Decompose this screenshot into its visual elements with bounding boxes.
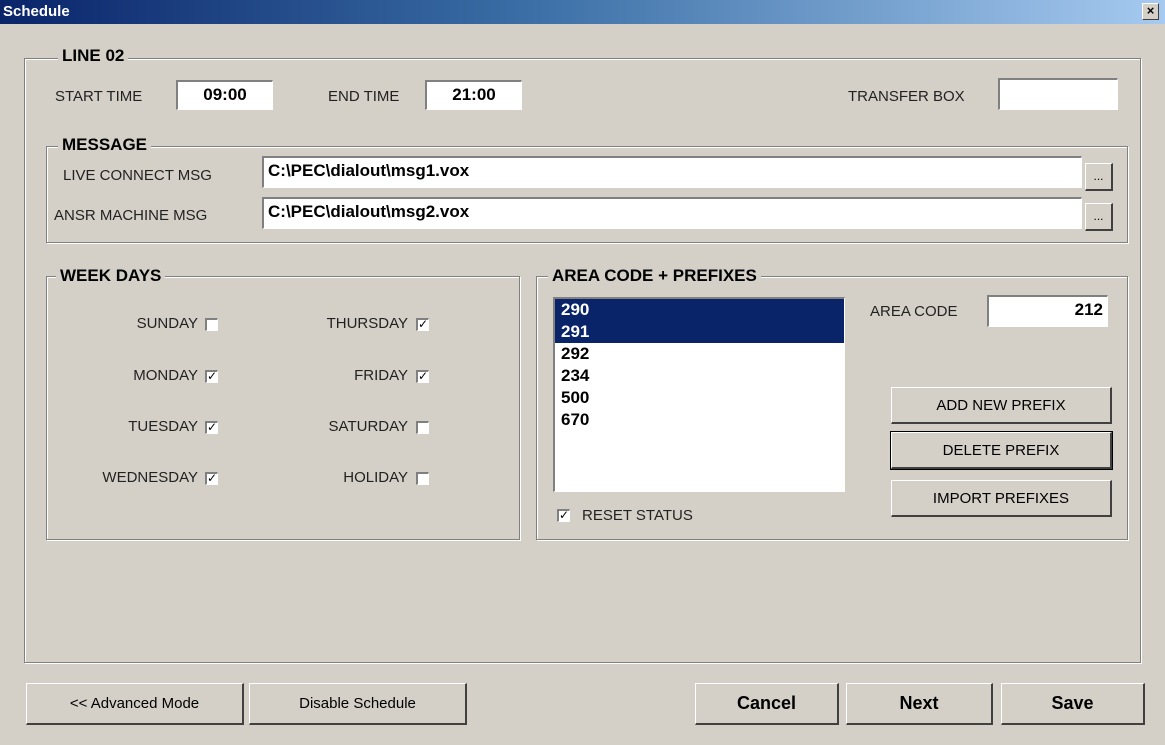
area-code-field[interactable]: 212 xyxy=(987,295,1108,327)
prefix-item[interactable]: 234 xyxy=(555,365,844,387)
holiday-label: HOLIDAY xyxy=(343,469,408,486)
saturday-checkbox[interactable] xyxy=(416,421,429,434)
save-button[interactable]: Save xyxy=(1001,683,1145,725)
message-legend: MESSAGE xyxy=(58,135,152,155)
window-title: Schedule xyxy=(3,3,70,20)
start-time-field[interactable]: 09:00 xyxy=(176,80,273,110)
ansr-machine-field[interactable]: C:\PEC\dialout\msg2.vox xyxy=(262,197,1082,229)
tuesday-checkbox[interactable]: ✓ xyxy=(205,421,218,434)
cancel-button[interactable]: Cancel xyxy=(695,683,839,725)
friday-label: FRIDAY xyxy=(354,367,408,384)
prefix-listbox[interactable]: 290 291 292 234 500 670 xyxy=(553,297,845,492)
prefix-item[interactable]: 291 xyxy=(555,321,844,343)
transfer-box-label: TRANSFER BOX xyxy=(848,88,965,105)
start-time-label: START TIME xyxy=(55,88,143,105)
reset-status-checkbox[interactable]: ✓ xyxy=(557,509,570,522)
wednesday-checkbox[interactable]: ✓ xyxy=(205,472,218,485)
browse-live-button[interactable]: ... xyxy=(1085,163,1113,191)
thursday-checkbox[interactable]: ✓ xyxy=(416,318,429,331)
browse-ansr-button[interactable]: ... xyxy=(1085,203,1113,231)
area-code-label: AREA CODE xyxy=(870,303,958,320)
title-bar: Schedule × xyxy=(0,0,1165,24)
transfer-box-field[interactable] xyxy=(998,78,1118,110)
check-icon: ✓ xyxy=(418,369,429,383)
area-legend: AREA CODE + PREFIXES xyxy=(548,266,761,286)
friday-checkbox[interactable]: ✓ xyxy=(416,370,429,383)
thursday-label: THURSDAY xyxy=(326,315,408,332)
week-days-legend: WEEK DAYS xyxy=(56,266,166,286)
import-prefixes-button[interactable]: IMPORT PREFIXES xyxy=(891,480,1112,517)
advanced-mode-button[interactable]: << Advanced Mode xyxy=(26,683,244,725)
add-new-prefix-button[interactable]: ADD NEW PREFIX xyxy=(891,387,1112,424)
prefix-item[interactable]: 290 xyxy=(555,299,844,321)
holiday-checkbox[interactable] xyxy=(416,472,429,485)
check-icon: ✓ xyxy=(207,369,218,383)
ansr-machine-label: ANSR MACHINE MSG xyxy=(54,207,208,224)
sunday-checkbox[interactable] xyxy=(205,318,218,331)
live-connect-label: LIVE CONNECT MSG xyxy=(63,167,212,184)
live-connect-field[interactable]: C:\PEC\dialout\msg1.vox xyxy=(262,156,1082,188)
monday-label: MONDAY xyxy=(133,367,198,384)
prefix-item[interactable]: 292 xyxy=(555,343,844,365)
tuesday-label: TUESDAY xyxy=(128,418,198,435)
next-button[interactable]: Next xyxy=(846,683,993,725)
check-icon: ✓ xyxy=(559,508,570,522)
close-button[interactable]: × xyxy=(1142,3,1159,20)
line-legend: LINE 02 xyxy=(58,46,129,66)
wednesday-label: WEDNESDAY xyxy=(102,469,198,486)
delete-prefix-button[interactable]: DELETE PREFIX xyxy=(890,431,1113,470)
disable-schedule-button[interactable]: Disable Schedule xyxy=(249,683,467,725)
sunday-label: SUNDAY xyxy=(136,315,198,332)
check-icon: ✓ xyxy=(207,420,218,434)
saturday-label: SATURDAY xyxy=(328,418,408,435)
prefix-item[interactable]: 670 xyxy=(555,409,844,431)
end-time-field[interactable]: 21:00 xyxy=(425,80,522,110)
end-time-label: END TIME xyxy=(328,88,400,105)
monday-checkbox[interactable]: ✓ xyxy=(205,370,218,383)
check-icon: ✓ xyxy=(207,471,218,485)
close-icon: × xyxy=(1146,3,1155,18)
prefix-item[interactable]: 500 xyxy=(555,387,844,409)
reset-status-label: RESET STATUS xyxy=(582,507,693,524)
check-icon: ✓ xyxy=(418,317,429,331)
